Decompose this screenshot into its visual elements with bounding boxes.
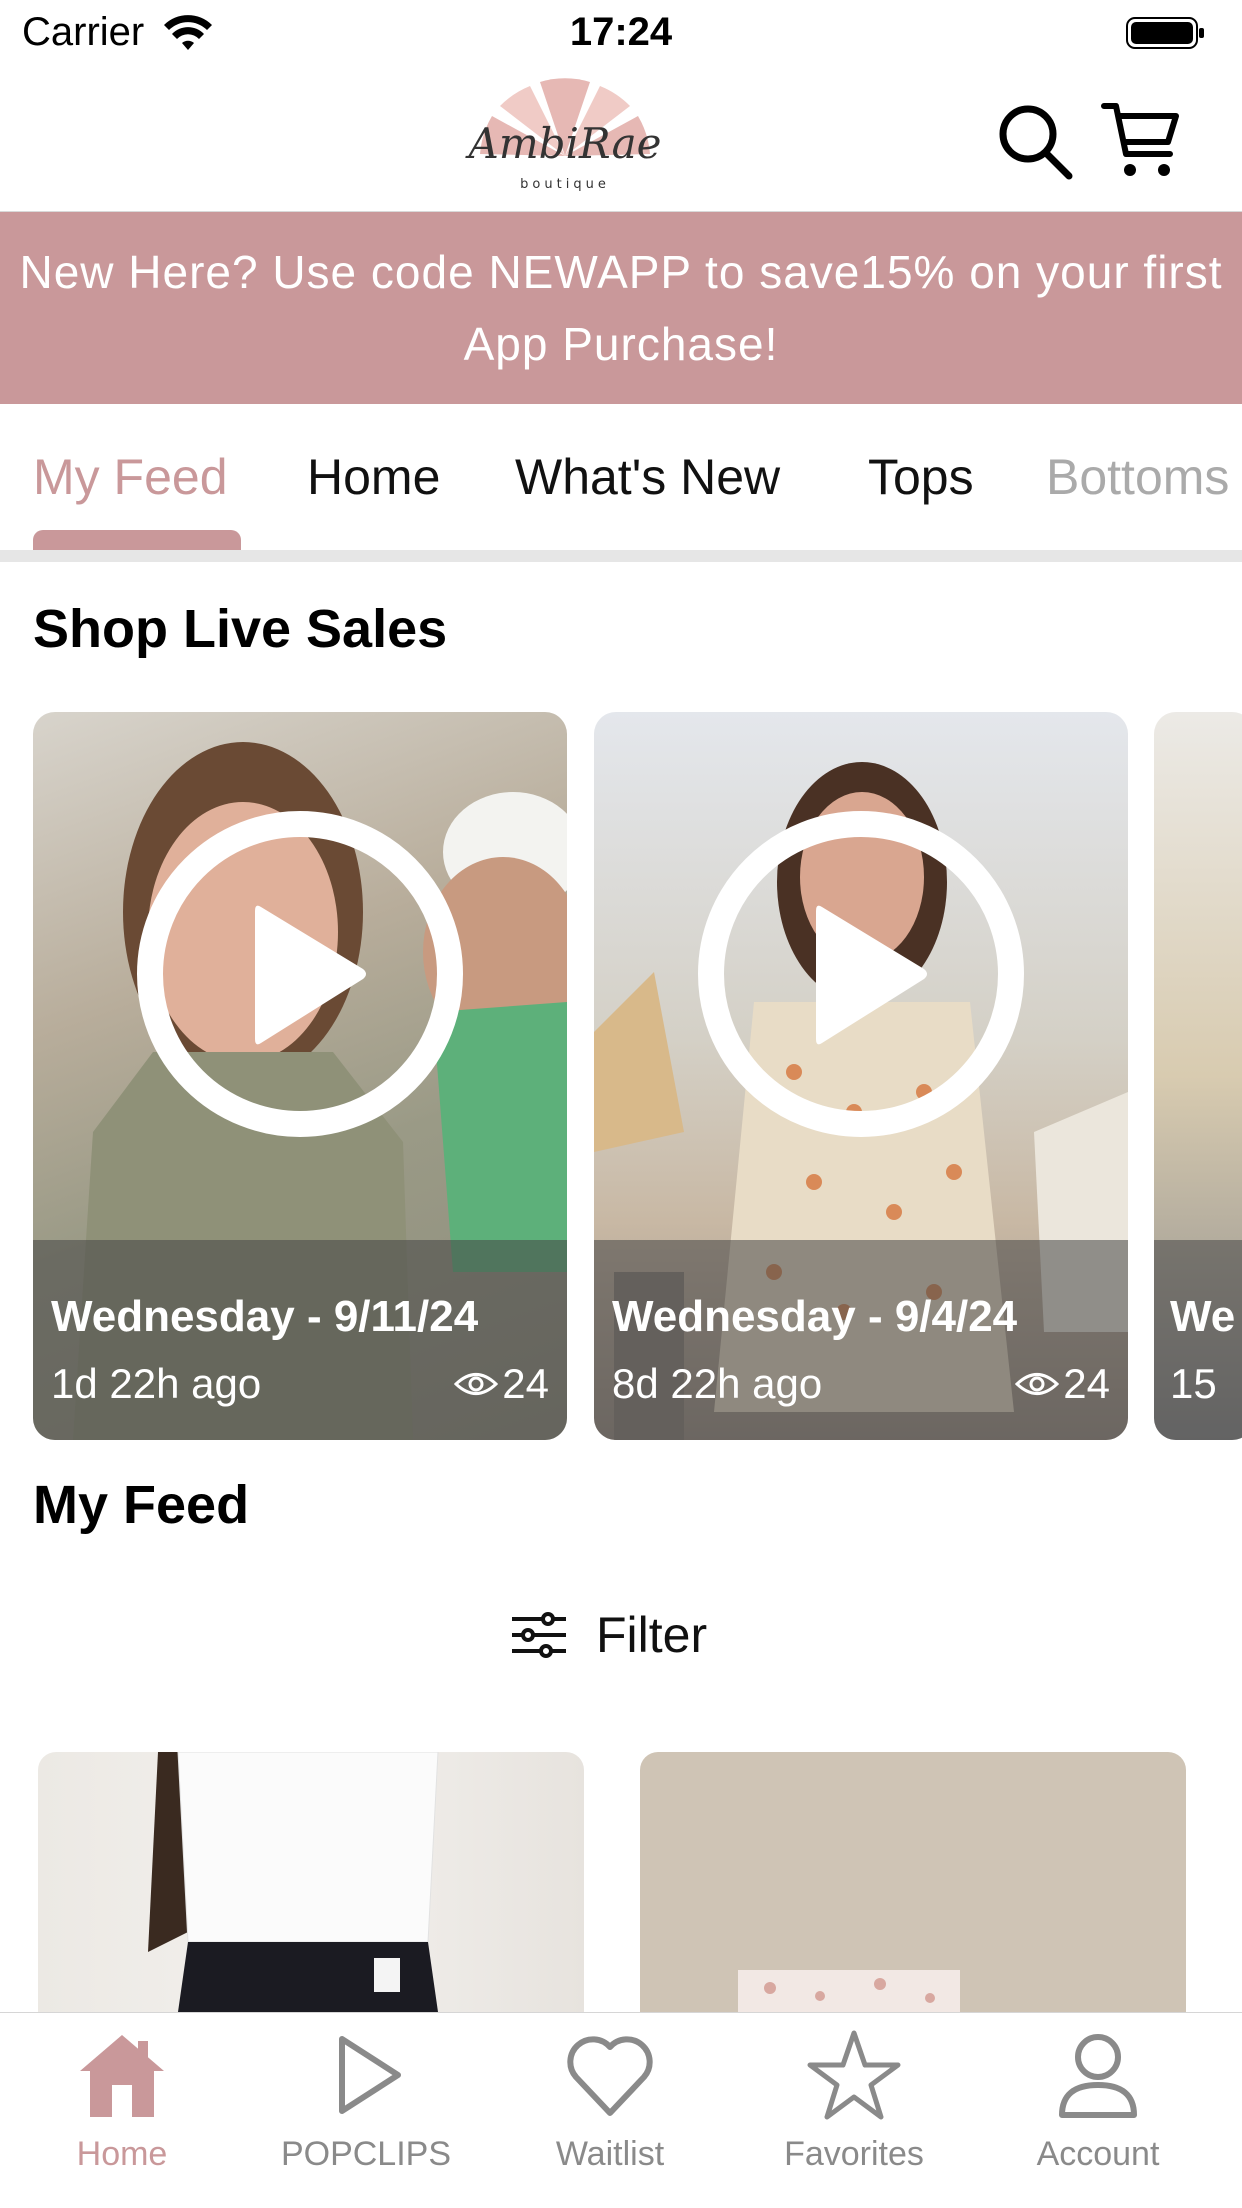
tab-tops[interactable]: Tops xyxy=(868,448,974,506)
category-tabs: My Feed Home What's New Tops Bottoms xyxy=(0,404,1242,564)
star-icon xyxy=(807,2030,901,2120)
live-sales-carousel[interactable]: Wednesday - 9/11/24 1d 22h ago 24 Wednes… xyxy=(0,712,1242,1442)
view-count-value: 24 xyxy=(502,1360,549,1407)
view-count-value: 24 xyxy=(1063,1360,1110,1407)
live-sale-time-ago: 8d 22h ago xyxy=(612,1360,823,1407)
tab-bottoms[interactable]: Bottoms xyxy=(1046,448,1229,506)
cart-icon[interactable] xyxy=(1100,98,1180,182)
eye-icon xyxy=(454,1373,499,1395)
live-sale-card[interactable]: We 15 xyxy=(1154,712,1242,1440)
live-sale-card[interactable]: Wednesday - 9/4/24 8d 22h ago 24 xyxy=(594,712,1128,1440)
tab-home[interactable]: Home xyxy=(307,448,440,506)
status-bar: Carrier 17:24 xyxy=(0,0,1242,70)
tabbar-home[interactable]: Home xyxy=(22,2027,222,2207)
play-icon[interactable] xyxy=(694,807,1028,1141)
play-icon[interactable] xyxy=(133,807,467,1141)
battery-icon xyxy=(1126,17,1204,49)
live-sale-title: We xyxy=(1170,1292,1236,1341)
tab-my-feed[interactable]: My Feed xyxy=(33,448,228,506)
sliders-icon xyxy=(512,1612,566,1658)
view-count: 24 xyxy=(1015,1360,1110,1408)
svg-text:boutique: boutique xyxy=(520,177,610,192)
live-sale-time-ago: 1d 22h ago xyxy=(51,1360,262,1407)
tab-whats-new[interactable]: What's New xyxy=(515,448,780,506)
filter-label: Filter xyxy=(596,1607,708,1663)
live-sale-time-ago: 15 xyxy=(1170,1360,1217,1407)
live-sale-title: Wednesday - 9/11/24 xyxy=(51,1292,479,1341)
app-header: AmbiRae boutique xyxy=(0,70,1242,212)
play-icon xyxy=(339,2036,401,2114)
feed-title: My Feed xyxy=(33,1475,250,1535)
product-image xyxy=(148,1752,439,2012)
filter-button[interactable]: Filter xyxy=(510,1600,707,1670)
product-card[interactable] xyxy=(38,1752,584,2012)
live-sale-title: Wednesday - 9/4/24 xyxy=(612,1292,1018,1341)
clock: 17:24 xyxy=(569,10,673,54)
tabbar-label: POPCLIPS xyxy=(280,2135,452,2173)
tabbar-favorites[interactable]: Favorites xyxy=(754,2027,954,2207)
tabbar-popclips[interactable]: POPCLIPS xyxy=(266,2027,466,2207)
live-sale-card[interactable]: Wednesday - 9/11/24 1d 22h ago 24 xyxy=(33,712,567,1440)
product-card[interactable] xyxy=(640,1752,1186,2012)
search-icon[interactable] xyxy=(995,98,1075,182)
view-count: 24 xyxy=(454,1360,549,1408)
tabbar-waitlist[interactable]: Waitlist xyxy=(510,2027,710,2207)
promo-banner[interactable]: New Here? Use code NEWAPP to save15% on … xyxy=(0,212,1242,404)
tabs-divider xyxy=(0,550,1242,562)
tabbar-label: Account xyxy=(1036,2135,1160,2173)
user-icon xyxy=(1059,2034,1137,2118)
tabbar-label: Home xyxy=(76,2135,168,2173)
product-image xyxy=(738,1970,960,2012)
heart-icon xyxy=(567,2036,653,2116)
eye-icon xyxy=(1015,1373,1060,1395)
live-sales-title: Shop Live Sales xyxy=(33,599,448,659)
brand-logo[interactable]: AmbiRae boutique xyxy=(460,76,670,206)
tabbar-account[interactable]: Account xyxy=(998,2027,1198,2207)
home-icon xyxy=(80,2035,164,2117)
tabbar-label: Waitlist xyxy=(555,2135,665,2173)
tabbar-label: Favorites xyxy=(784,2135,924,2173)
svg-text:AmbiRae: AmbiRae xyxy=(465,119,662,168)
bottom-tab-bar: Home POPCLIPS Waitlist Favorites Account xyxy=(0,2012,1242,2208)
